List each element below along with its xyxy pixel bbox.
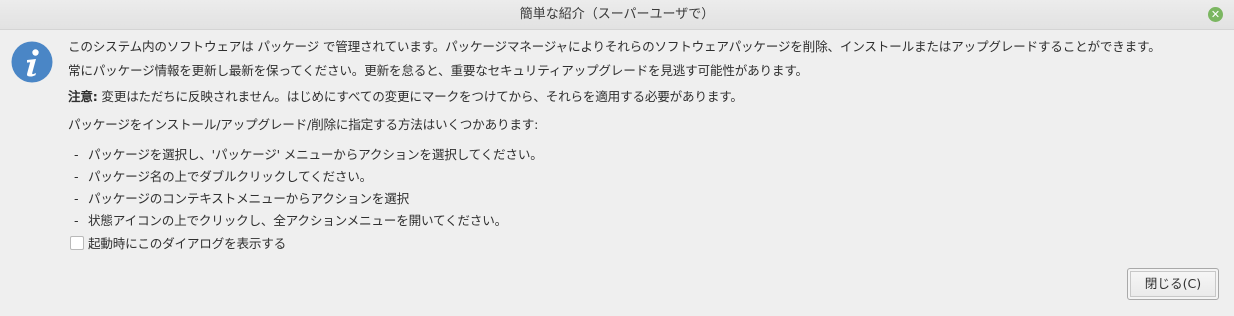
list-item: - パッケージを選択し、'パッケージ' メニューからアクションを選択してください。 [68,144,1228,166]
list-item-text: パッケージのコンテキストメニューからアクションを選択 [88,191,409,206]
methods-intro: パッケージをインストール/アップグレード/削除に指定する方法はいくつかあります: [68,117,539,132]
dialog-content: このシステム内のソフトウェアは パッケージ で管理されています。パッケージマネー… [68,37,1228,232]
info-icon [11,41,53,83]
close-button[interactable]: 閉じる(C) [1127,268,1219,300]
show-on-startup-checkbox[interactable] [70,236,84,250]
note-label: 注意: [68,89,98,104]
update-paragraph: 常にパッケージ情報を更新し最新を保ってください。更新を怠ると、重要なセキュリティ… [68,63,808,78]
close-icon[interactable]: ✕ [1208,7,1223,22]
note-paragraph: 注意: 変更はただちに反映されません。はじめにすべての変更にマークをつけてから、… [68,83,1228,110]
list-item: - 状態アイコンの上でクリックし、全アクションメニューを開いてください。 [68,210,1228,232]
list-item: - パッケージ名の上でダブルクリックしてください。 [68,166,1228,188]
bullet: - [74,147,79,162]
bullet: - [74,213,79,228]
list-item-text: パッケージを選択し、'パッケージ' メニューからアクションを選択してください。 [88,147,543,162]
methods-list: - パッケージを選択し、'パッケージ' メニューからアクションを選択してください。… [68,144,1228,232]
list-item: - パッケージのコンテキストメニューからアクションを選択 [68,188,1228,210]
show-on-startup-label[interactable]: 起動時にこのダイアログを表示する [88,236,286,251]
bullet: - [74,191,79,206]
title-bar: 簡単な紹介（スーパーユーザで） ✕ [0,0,1234,30]
list-item-text: パッケージ名の上でダブルクリックしてください。 [88,169,373,184]
note-text: 変更はただちに反映されません。はじめにすべての変更にマークをつけてから、それらを… [97,89,743,104]
window-title: 簡単な紹介（スーパーユーザで） [519,7,715,22]
show-on-startup-option[interactable]: 起動時にこのダイアログを表示する [70,236,286,252]
intro-paragraph: このシステム内のソフトウェアは パッケージ で管理されています。パッケージマネー… [68,39,1161,54]
bullet: - [74,169,79,184]
list-item-text: 状態アイコンの上でクリックし、全アクションメニューを開いてください。 [88,213,507,228]
